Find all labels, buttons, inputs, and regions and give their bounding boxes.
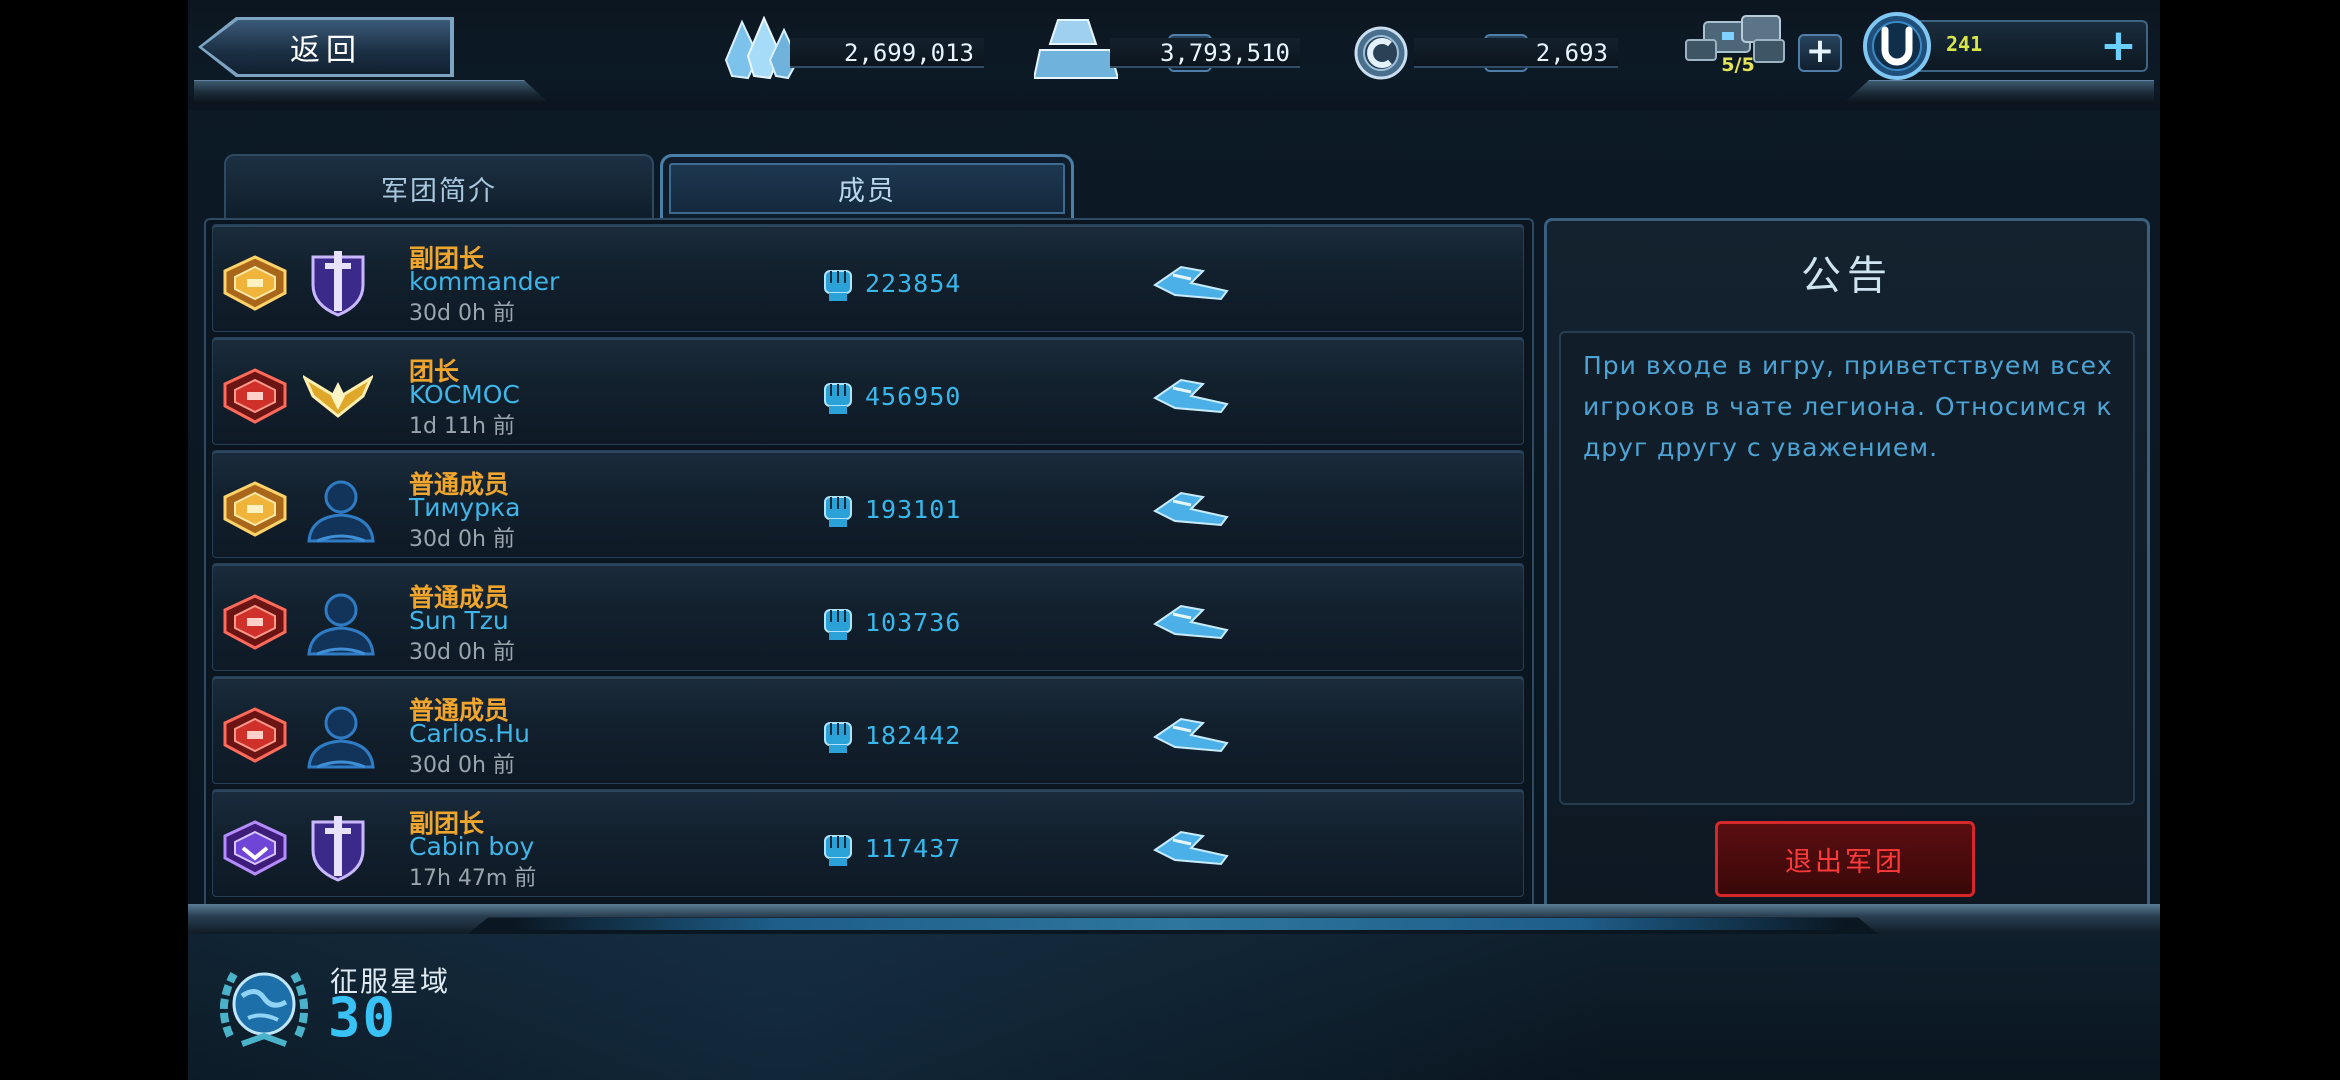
fleet-energy-count: 5/5	[1721, 54, 1755, 76]
member-name: KOCMOC	[409, 380, 520, 409]
member-name: Cabin boy	[409, 832, 535, 861]
gold-badge-icon	[221, 253, 289, 313]
member-power: 456950	[865, 382, 962, 411]
member-power: 103736	[865, 608, 962, 637]
member-action-icon[interactable]	[1151, 826, 1231, 870]
credit-amount: 2,693	[1414, 38, 1618, 68]
member-name: Carlos.Hu	[409, 719, 530, 748]
conquest-count: 30	[328, 986, 398, 1049]
bottom-bar	[188, 934, 2160, 1080]
gold-badge-icon	[221, 479, 289, 539]
shield-sword-icon	[303, 814, 373, 882]
fist-power-icon	[819, 267, 857, 303]
member-action-icon[interactable]	[1151, 261, 1231, 305]
tab-legion-intro[interactable]: 军团简介	[224, 154, 654, 220]
member-power: 182442	[865, 721, 962, 750]
member-name: Sun Tzu	[409, 606, 509, 635]
member-row[interactable]: 普通成员 Sun Tzu 30d 0h 前 103736	[212, 563, 1524, 671]
member-last-seen: 30d 0h 前	[409, 640, 515, 665]
member-last-seen: 17h 47m 前	[409, 866, 537, 891]
member-bust-icon	[303, 588, 375, 656]
announcement-title: 公告	[1801, 253, 1893, 299]
golden-wings-icon	[301, 362, 375, 430]
member-row[interactable]: 普通成员 Тимурка 30d 0h 前 193101	[212, 450, 1524, 558]
metal-amount: 3,793,510	[1110, 38, 1300, 68]
member-row[interactable]: 普通成员 Carlos.Hu 30d 0h 前 182442	[212, 676, 1524, 784]
fist-power-icon	[819, 606, 857, 642]
fist-power-icon	[819, 380, 857, 416]
purple-badge-icon	[221, 818, 289, 878]
bottom-glow	[508, 918, 1848, 930]
leave-legion-button[interactable]: 退出军团	[1715, 821, 1975, 897]
member-bust-icon	[303, 475, 375, 543]
member-action-icon[interactable]	[1151, 487, 1231, 531]
crystal-amount: 2,699,013	[790, 38, 984, 68]
tab-members[interactable]: 成员	[660, 154, 1074, 220]
member-row[interactable]: 副团长 Cabin boy 17h 47m 前 117437	[212, 789, 1524, 897]
announcement-panel: 公告 При входе в игру, приветствуем всех и…	[1544, 218, 2150, 908]
globe-laurel-icon[interactable]	[212, 956, 316, 1056]
member-name: Тимурка	[409, 493, 521, 522]
u-currency-icon	[1863, 12, 1931, 80]
member-action-icon[interactable]	[1151, 600, 1231, 644]
member-last-seen: 30d 0h 前	[409, 527, 515, 552]
member-list[interactable]: 副团长 kommander 30d 0h 前 223854 团长 KOCMOC 1d 11h…	[204, 218, 1534, 908]
member-power: 117437	[865, 834, 962, 863]
top-rail	[194, 80, 2154, 103]
member-power: 193101	[865, 495, 962, 524]
announcement-box: При входе в игру, приветствуем всех игро…	[1559, 331, 2135, 805]
add-u-currency-button[interactable]: +	[2100, 20, 2137, 71]
u-currency-amount: 241	[1946, 32, 1983, 56]
fist-power-icon	[819, 832, 857, 868]
member-row[interactable]: 副团长 kommander 30d 0h 前 223854	[212, 224, 1524, 332]
top-bar: 返回 2,699,013 + 3,793,510 +	[188, 0, 2160, 110]
member-name: kommander	[409, 267, 560, 296]
fist-power-icon	[819, 719, 857, 755]
member-last-seen: 1d 11h 前	[409, 414, 515, 439]
member-last-seen: 30d 0h 前	[409, 753, 515, 778]
member-last-seen: 30d 0h 前	[409, 301, 515, 326]
member-power: 223854	[865, 269, 962, 298]
credit-coin-icon	[1354, 26, 1408, 80]
member-action-icon[interactable]	[1151, 374, 1231, 418]
add-credit-button[interactable]: +	[1798, 34, 1842, 72]
red-badge-icon	[221, 366, 289, 426]
back-button[interactable]: 返回	[202, 20, 450, 74]
red-badge-icon	[221, 592, 289, 652]
metal-ingot-icon	[1034, 19, 1118, 79]
member-action-icon[interactable]	[1151, 713, 1231, 757]
member-row[interactable]: 团长 KOCMOC 1d 11h 前 456950	[212, 337, 1524, 445]
announcement-text: При входе в игру, приветствуем всех игро…	[1583, 351, 2113, 462]
red-badge-icon	[221, 705, 289, 765]
legion-screen: 返回 2,699,013 + 3,793,510 +	[188, 0, 2160, 1080]
shield-sword-icon	[303, 249, 373, 317]
fist-power-icon	[819, 493, 857, 529]
member-bust-icon	[303, 701, 375, 769]
